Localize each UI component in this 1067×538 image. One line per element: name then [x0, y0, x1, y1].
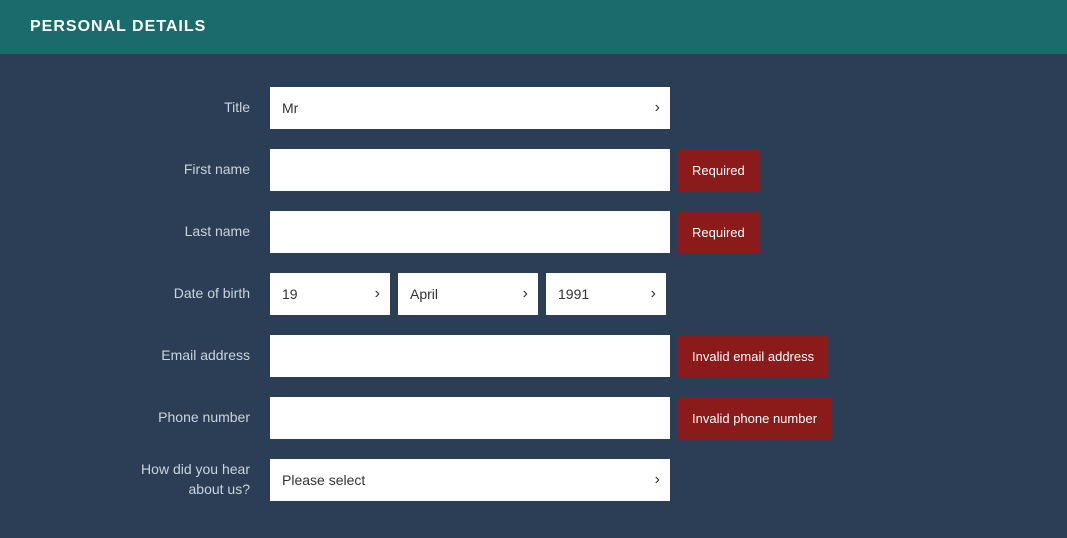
- phone-error-badge: Invalid phone number: [678, 397, 831, 439]
- last-name-required-badge: Required: [678, 211, 759, 253]
- email-controls: Invalid email address: [270, 335, 1037, 377]
- last-name-controls: Required: [270, 211, 1037, 253]
- phone-input[interactable]: [270, 397, 670, 439]
- phone-label: Phone number: [30, 408, 270, 428]
- last-name-input[interactable]: [270, 211, 670, 253]
- email-input[interactable]: [270, 335, 670, 377]
- phone-controls: Invalid phone number: [270, 397, 1037, 439]
- title-label: Title: [30, 98, 270, 118]
- hear-select[interactable]: Please select Google Social Media Friend…: [270, 459, 670, 501]
- title-select[interactable]: Mr Mrs Miss Ms Dr: [270, 87, 670, 129]
- first-name-row: First name Required: [30, 146, 1037, 194]
- title-row: Title Mr Mrs Miss Ms Dr: [30, 84, 1037, 132]
- first-name-input[interactable]: [270, 149, 670, 191]
- hear-controls: Please select Google Social Media Friend…: [270, 459, 1037, 501]
- hear-row: How did you hear about us? Please select…: [30, 456, 1037, 504]
- email-row: Email address Invalid email address: [30, 332, 1037, 380]
- title-controls: Mr Mrs Miss Ms Dr: [270, 87, 1037, 129]
- page-title: PERSONAL DETAILS: [30, 18, 1037, 36]
- dob-label: Date of birth: [30, 284, 270, 304]
- last-name-label: Last name: [30, 222, 270, 242]
- last-name-row: Last name Required: [30, 208, 1037, 256]
- dob-month-select[interactable]: JanuaryFebruaryMarch AprilMayJune JulyAu…: [398, 273, 538, 315]
- page-header: PERSONAL DETAILS: [0, 0, 1067, 54]
- first-name-required-badge: Required: [678, 149, 759, 191]
- hear-label: How did you hear about us?: [30, 460, 270, 499]
- dob-year-select[interactable]: 1985198619871988 1989199019911992 199319…: [546, 273, 666, 315]
- email-error-badge: Invalid email address: [678, 335, 828, 377]
- email-label: Email address: [30, 346, 270, 366]
- first-name-controls: Required: [270, 149, 1037, 191]
- dob-day-select[interactable]: 12345 678910 1112131415 1617181920 21222…: [270, 273, 390, 315]
- dob-controls: 12345 678910 1112131415 1617181920 21222…: [270, 273, 1037, 315]
- dob-row: Date of birth 12345 678910 1112131415 16…: [30, 270, 1037, 318]
- form-container: Title Mr Mrs Miss Ms Dr First name Requi…: [0, 74, 1067, 538]
- first-name-label: First name: [30, 160, 270, 180]
- phone-row: Phone number Invalid phone number: [30, 394, 1037, 442]
